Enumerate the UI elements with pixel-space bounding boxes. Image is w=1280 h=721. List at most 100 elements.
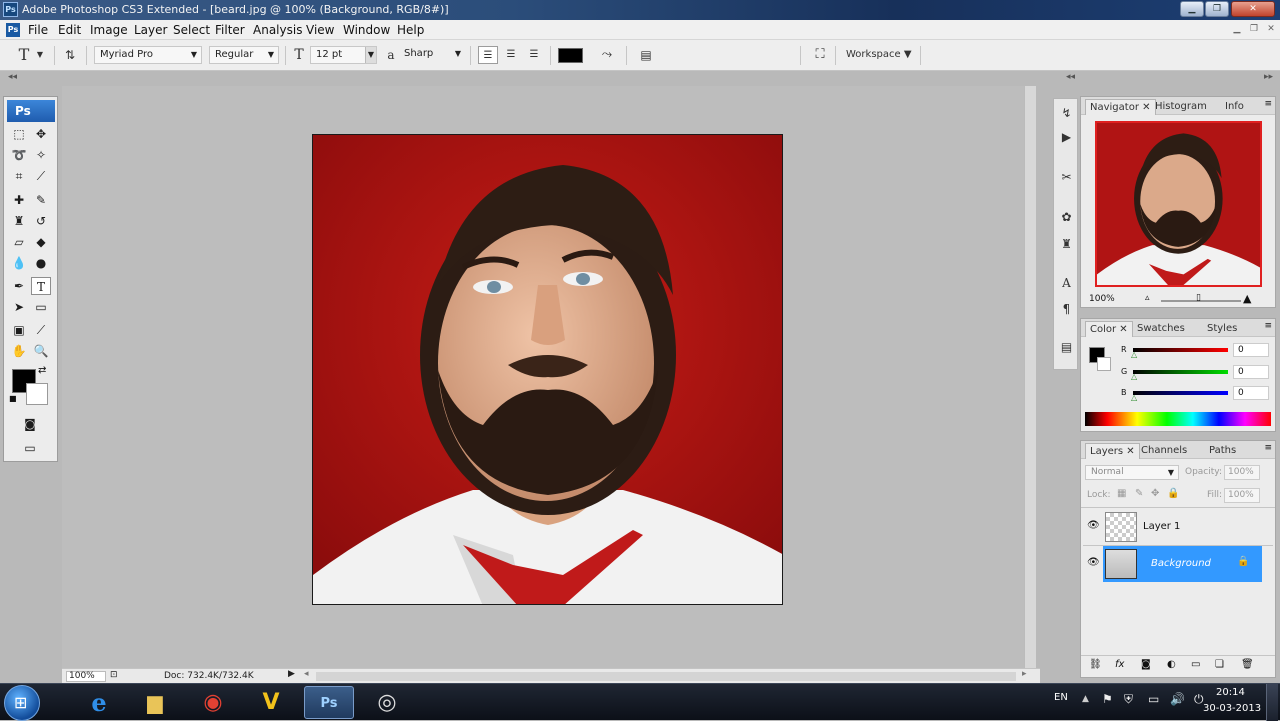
lock-position-icon[interactable]: ✥ (1151, 488, 1159, 499)
quick-mask-icon[interactable]: ◙ (20, 415, 40, 433)
clone-source-icon[interactable]: ♜ (1058, 236, 1075, 253)
restore-button[interactable]: ❐ (1205, 1, 1229, 17)
status-menu-icon[interactable]: ⊡ (110, 670, 118, 680)
doc-minimize-icon[interactable]: ▁ (1230, 23, 1244, 35)
zoom-in-icon[interactable]: ▲ (1243, 292, 1251, 305)
menu-image[interactable]: Image (90, 23, 128, 37)
file-explorer-icon[interactable]: ▆ (130, 686, 180, 719)
align-center-button[interactable]: ☰ (501, 46, 521, 64)
layer-name[interactable]: Layer 1 (1143, 521, 1180, 532)
warp-text-icon[interactable]: ⤳ (597, 46, 617, 64)
eye-icon[interactable]: 👁 (1087, 557, 1100, 568)
default-colors-icon[interactable]: ■ (9, 394, 17, 403)
align-right-button[interactable]: ☰ (524, 46, 544, 64)
minimize-button[interactable]: ▁ (1180, 1, 1204, 17)
dodge-tool-icon[interactable]: ● (31, 254, 51, 272)
close-button[interactable]: ✕ (1231, 1, 1275, 17)
marquee-tool-icon[interactable]: ⬚ (9, 125, 29, 143)
layer-name[interactable]: Background (1151, 558, 1211, 569)
bridge-icon[interactable]: ⛶ (808, 46, 832, 64)
type-tool-icon[interactable]: T (31, 277, 51, 295)
menu-select[interactable]: Select (173, 23, 210, 37)
swap-colors-icon[interactable]: ⇄ (38, 365, 46, 376)
tab-paths[interactable]: Paths (1205, 443, 1240, 459)
healing-brush-tool-icon[interactable]: ✚ (9, 191, 29, 209)
adjustment-layer-icon[interactable]: ◐ (1167, 659, 1176, 670)
tab-swatches[interactable]: Swatches (1133, 321, 1189, 337)
menu-help[interactable]: Help (397, 23, 424, 37)
move-tool-icon[interactable]: ✥ (31, 125, 51, 143)
document-icon[interactable]: Ps (6, 23, 20, 37)
eye-icon[interactable]: 👁 (1087, 520, 1100, 531)
history-brush-tool-icon[interactable]: ↺ (31, 212, 51, 230)
eraser-tool-icon[interactable]: ▱ (9, 233, 29, 251)
color-background-swatch[interactable] (1097, 357, 1111, 371)
show-desktop-button[interactable] (1266, 684, 1278, 721)
b-slider[interactable] (1133, 391, 1228, 395)
brush-tool-icon[interactable]: ✎ (31, 191, 51, 209)
clone-stamp-tool-icon[interactable]: ♜ (9, 212, 29, 230)
hand-tool-icon[interactable]: ✋ (9, 342, 29, 360)
action-center-icon[interactable]: ⚑ (1102, 692, 1113, 706)
new-group-icon[interactable]: ▭ (1191, 659, 1200, 670)
history-panel-icon[interactable]: ↯ (1058, 105, 1075, 122)
security-icon[interactable]: ⛨ (1124, 692, 1133, 707)
v-app-icon[interactable]: V (246, 686, 296, 719)
lock-transparency-icon[interactable]: ▦ (1117, 488, 1126, 499)
blur-tool-icon[interactable]: 💧 (9, 254, 29, 272)
clock-date[interactable]: 30-03-2013 (1203, 703, 1261, 714)
start-button[interactable]: ⊞ (4, 685, 40, 721)
b-slider-thumb[interactable]: △ (1131, 393, 1137, 402)
align-left-button[interactable]: ☰ (478, 46, 498, 64)
tab-layers[interactable]: Layers ✕ (1085, 443, 1140, 459)
tab-channels[interactable]: Channels (1137, 443, 1191, 459)
font-size-dropdown[interactable]: 12 pt ▼ (310, 46, 377, 64)
background-color-swatch[interactable] (26, 383, 48, 405)
close-tab-icon[interactable]: ✕ (1142, 102, 1150, 113)
character-panel-icon[interactable]: ▤ (636, 46, 656, 64)
collapse-dock-icon[interactable]: ◂◂ (1066, 72, 1075, 82)
layer-mask-icon[interactable]: ◙ (1141, 659, 1151, 670)
menu-layer[interactable]: Layer (134, 23, 167, 37)
g-value-field[interactable]: 0 (1233, 365, 1269, 379)
navigator-thumbnail[interactable] (1095, 121, 1262, 287)
paint-bucket-tool-icon[interactable]: ◆ (31, 233, 51, 251)
layer-style-icon[interactable]: fx (1115, 659, 1124, 670)
status-expand-icon[interactable]: ▶ (288, 669, 295, 679)
color-spectrum-bar[interactable] (1085, 412, 1271, 426)
zoom-out-icon[interactable]: ▵ (1145, 293, 1150, 303)
tab-histogram[interactable]: Histogram (1151, 99, 1211, 115)
layer-row[interactable]: 👁 Layer 1 (1083, 509, 1273, 545)
tool-presets-icon[interactable]: ✂ (1058, 169, 1075, 186)
tab-navigator[interactable]: Navigator ✕ (1085, 99, 1156, 115)
zoom-field[interactable]: 100% (66, 671, 106, 682)
doc-close-icon[interactable]: ✕ (1264, 23, 1278, 35)
menu-view[interactable]: View (306, 23, 334, 37)
lock-pixels-icon[interactable]: ✎ (1135, 488, 1143, 499)
clock-time[interactable]: 20:14 (1216, 687, 1245, 698)
vertical-scrollbar[interactable] (1024, 86, 1036, 668)
lasso-tool-icon[interactable]: ➰ (9, 146, 29, 164)
magic-wand-tool-icon[interactable]: ✧ (31, 146, 51, 164)
menu-analysis[interactable]: Analysis (253, 23, 302, 37)
font-family-dropdown[interactable]: Myriad Pro ▼ (94, 46, 202, 64)
close-tab-icon[interactable]: ✕ (1126, 446, 1134, 457)
text-orientation-icon[interactable]: ⇅ (60, 46, 80, 64)
panel-menu-icon[interactable]: ≡ (1264, 321, 1272, 331)
menu-file[interactable]: File (28, 23, 48, 37)
paragraph-panel-icon[interactable]: ¶ (1058, 301, 1075, 318)
layer-comps-icon[interactable]: ▤ (1058, 339, 1075, 356)
photoshop-app-icon[interactable]: Ps (3, 2, 18, 17)
menu-window[interactable]: Window (343, 23, 390, 37)
panel-menu-icon[interactable]: ≡ (1264, 99, 1272, 109)
zoom-tool-icon[interactable]: 🔍 (31, 342, 51, 360)
tab-info[interactable]: Info (1221, 99, 1248, 115)
g-slider-thumb[interactable]: △ (1131, 372, 1137, 381)
lock-all-icon[interactable]: 🔒 (1167, 488, 1179, 499)
show-hidden-icons[interactable]: ▲ (1082, 694, 1089, 704)
crop-tool-icon[interactable]: ⌗ (9, 167, 29, 185)
scroll-right-icon[interactable]: ▸ (1022, 669, 1027, 679)
text-color-swatch[interactable] (558, 48, 583, 63)
character-panel-icon[interactable]: A (1058, 275, 1075, 292)
doc-restore-icon[interactable]: ❐ (1247, 23, 1261, 35)
